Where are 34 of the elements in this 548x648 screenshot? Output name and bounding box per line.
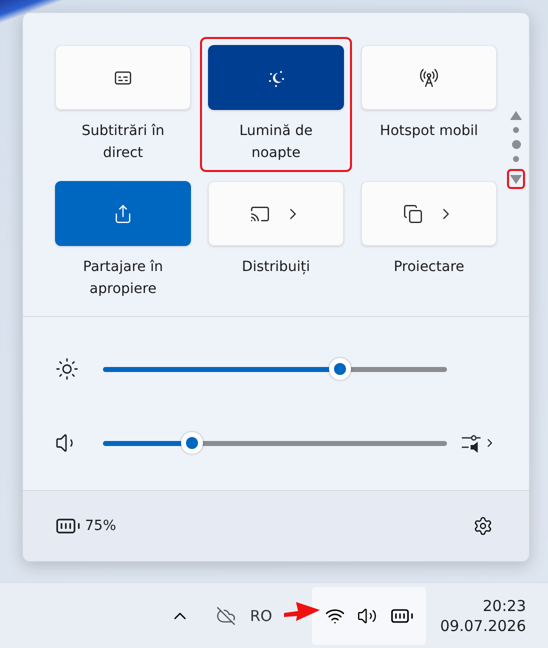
toggle-tile[interactable] xyxy=(208,45,344,110)
toggle-tile[interactable] xyxy=(361,181,497,246)
page-down-button[interactable] xyxy=(507,169,525,189)
toggle-tile[interactable] xyxy=(55,45,191,110)
page-dot[interactable] xyxy=(513,156,519,162)
battery-percentage: 75% xyxy=(85,518,116,534)
brightness-icon xyxy=(55,357,79,381)
toggle-tile[interactable] xyxy=(55,181,191,246)
language-indicator[interactable]: RO xyxy=(250,606,272,624)
page-up-icon[interactable] xyxy=(510,111,522,120)
toggle-tile[interactable] xyxy=(208,181,344,246)
tile-label: Proiectare xyxy=(392,258,466,277)
screens-icon xyxy=(403,204,423,224)
speaker-icon xyxy=(357,606,378,626)
clock-time: 20:23 xyxy=(482,596,526,614)
share-icon xyxy=(113,204,133,224)
tile-label: Subtitrări în direct xyxy=(80,122,166,163)
cloud-off-icon xyxy=(216,606,236,626)
tile-label: Distribuiți xyxy=(240,258,312,277)
toggle-tile[interactable] xyxy=(361,45,497,110)
antenna-icon xyxy=(419,68,439,88)
slider-thumb[interactable] xyxy=(329,358,352,380)
slider-thumb[interactable] xyxy=(181,432,204,454)
tile-label: Hotspot mobil xyxy=(378,122,480,141)
page-dot[interactable] xyxy=(512,140,520,149)
caret-down-icon xyxy=(510,174,522,184)
tile-label: Lumină de noapte xyxy=(238,122,314,163)
audio-output-icon xyxy=(461,432,482,454)
page-dot[interactable] xyxy=(513,127,519,133)
clock-date: 09.07.2026 xyxy=(440,616,526,634)
system-tray-button[interactable] xyxy=(312,586,426,644)
tile-label: Partajare în apropiere xyxy=(82,258,164,299)
cast-icon xyxy=(250,204,270,224)
settings-icon xyxy=(473,516,493,536)
